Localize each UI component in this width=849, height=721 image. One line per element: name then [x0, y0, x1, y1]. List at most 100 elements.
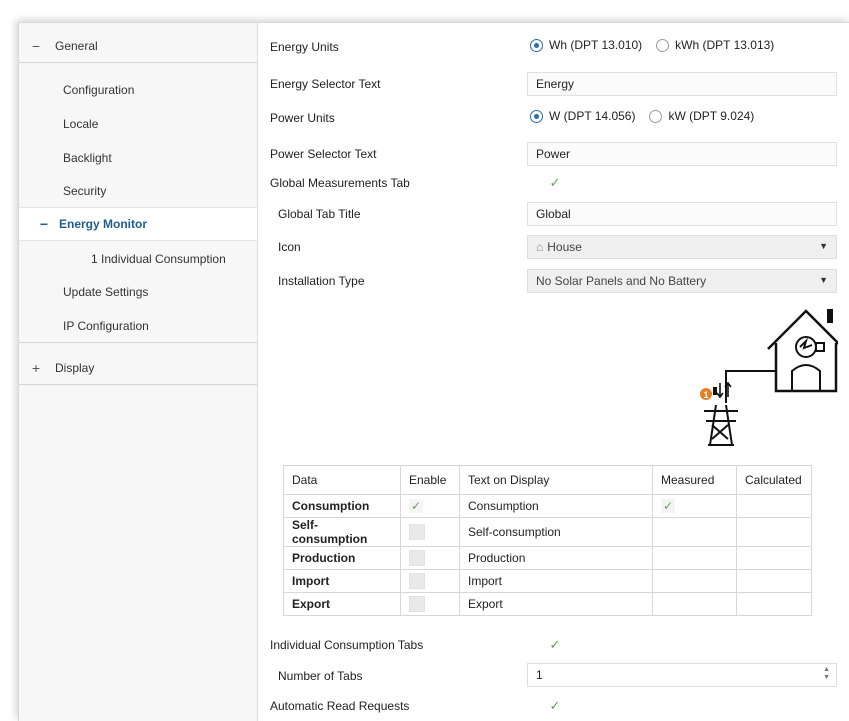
sidebar-item-label: IP Configuration — [63, 318, 149, 333]
radio-w-label[interactable]: W (DPT 14.056) — [549, 109, 635, 123]
energy-units-radio-group: Wh (DPT 13.010) kWh (DPT 13.013) — [530, 38, 782, 52]
column-header-enable: Enable — [400, 465, 460, 495]
measured-checkbox[interactable]: ✓ — [661, 499, 675, 514]
icon-dropdown-value: House — [547, 240, 582, 254]
enable-cell — [400, 546, 460, 570]
installation-type-value: No Solar Panels and No Battery — [536, 274, 707, 288]
app-window: − General Configuration Locale Backlight… — [18, 22, 849, 721]
individual-consumption-tabs-checkbox[interactable]: ✓ — [548, 638, 562, 652]
radio-w[interactable] — [530, 109, 543, 123]
global-tab-title-field[interactable]: Global — [527, 202, 837, 226]
text-on-display-field[interactable]: Consumption — [459, 494, 653, 518]
row-data-name: Production — [283, 546, 401, 570]
global-measurements-tab-checkbox[interactable]: ✓ — [548, 176, 562, 190]
measured-cell: ✓ — [652, 494, 737, 518]
energy-selector-text-label: Energy Selector Text — [270, 77, 381, 91]
sidebar-item-label: General — [55, 38, 98, 53]
enable-checkbox[interactable]: ✓ — [409, 499, 423, 514]
sidebar-item-configuration[interactable]: Configuration — [19, 73, 257, 107]
calculated-cell — [736, 517, 812, 547]
radio-kw-label[interactable]: kW (DPT 9.024) — [668, 109, 754, 123]
global-measurements-tab-label: Global Measurements Tab — [270, 176, 410, 190]
measured-cell — [652, 546, 737, 570]
radio-kwh[interactable] — [656, 38, 670, 52]
number-of-tabs-stepper[interactable]: 1 ▲ ▼ — [527, 663, 837, 687]
sidebar-item-backlight[interactable]: Backlight — [19, 141, 257, 175]
installation-type-dropdown[interactable]: No Solar Panels and No Battery ▼ — [527, 269, 837, 293]
radio-kwh-label[interactable]: kWh (DPT 13.013) — [675, 38, 774, 52]
enable-cell — [400, 569, 460, 593]
sidebar-item-individual-consumption[interactable]: 1 Individual Consumption — [19, 242, 257, 276]
measured-cell — [652, 569, 737, 593]
sidebar-item-label: 1 Individual Consumption — [91, 252, 226, 266]
individual-consumption-tabs-label: Individual Consumption Tabs — [270, 638, 424, 652]
meter-badge-number: 1 — [703, 390, 708, 400]
text-on-display-field[interactable]: Self-consumption — [459, 517, 653, 547]
house-icon: ⌂ — [536, 240, 544, 254]
power-pylon-icon — [704, 404, 738, 446]
chevron-down-icon: ▼ — [819, 275, 828, 285]
enable-checkbox[interactable] — [409, 596, 425, 612]
measured-cell — [652, 517, 737, 547]
radio-wh[interactable] — [530, 38, 543, 52]
energy-units-label: Energy Units — [270, 40, 339, 54]
installation-type-label: Installation Type — [278, 274, 365, 288]
installation-diagram: 1 — [668, 299, 845, 449]
sidebar-item-general[interactable]: − General — [19, 29, 257, 63]
column-header-data: Data — [283, 465, 401, 495]
global-tab-title-label: Global Tab Title — [278, 207, 361, 221]
table-row: Import Import — [283, 569, 812, 593]
sidebar-item-label: Backlight — [63, 151, 112, 165]
automatic-read-requests-checkbox[interactable]: ✓ — [548, 699, 562, 713]
energy-selector-text-field[interactable]: Energy — [527, 72, 837, 96]
collapse-icon[interactable]: − — [33, 216, 51, 232]
cable-line — [725, 370, 776, 403]
calculated-cell — [736, 569, 812, 593]
enable-checkbox[interactable] — [409, 550, 425, 566]
text-on-display-field[interactable]: Export — [459, 592, 653, 616]
sidebar-item-ip-configuration[interactable]: IP Configuration — [19, 309, 257, 343]
meter-arrows-icon — [713, 381, 732, 399]
text-on-display-field[interactable]: Production — [459, 546, 653, 570]
power-units-radio-group: W (DPT 14.056) kW (DPT 9.024) — [530, 109, 762, 123]
sidebar-item-locale[interactable]: Locale — [19, 107, 257, 141]
number-of-tabs-value: 1 — [536, 668, 543, 682]
column-header-text-on-display: Text on Display — [459, 465, 653, 495]
radio-kw[interactable] — [649, 109, 663, 123]
power-selector-text-field[interactable]: Power — [527, 142, 837, 166]
text-on-display-field[interactable]: Import — [459, 569, 653, 593]
enable-checkbox[interactable] — [409, 524, 425, 540]
column-header-calculated: Calculated — [736, 465, 812, 495]
sidebar-item-label: Configuration — [63, 83, 135, 97]
table-row: Production Production — [283, 546, 812, 570]
sidebar-item-display[interactable]: + Display — [19, 351, 257, 385]
calculated-cell — [736, 494, 812, 518]
sidebar-item-label: Display — [55, 360, 95, 375]
enable-cell — [400, 517, 460, 547]
expand-icon[interactable]: + — [19, 360, 49, 376]
power-selector-text-label: Power Selector Text — [270, 147, 377, 161]
icon-dropdown[interactable]: ⌂ House ▼ — [527, 235, 837, 259]
measurements-table: Data Enable Text on Display Measured Cal… — [283, 465, 812, 616]
sidebar-item-update-settings[interactable]: Update Settings — [19, 275, 257, 309]
row-data-name: Export — [283, 592, 401, 616]
sidebar-item-security[interactable]: Security — [19, 174, 257, 208]
radio-wh-label[interactable]: Wh (DPT 13.010) — [549, 38, 642, 52]
column-header-measured: Measured — [652, 465, 737, 495]
installation-diagram-svg: 1 — [700, 309, 845, 446]
enable-checkbox[interactable] — [409, 573, 425, 589]
number-of-tabs-label: Number of Tabs — [278, 669, 363, 683]
spinner-arrows-icon[interactable]: ▲ ▼ — [823, 666, 830, 682]
automatic-read-requests-label: Automatic Read Requests — [270, 699, 410, 713]
sidebar: − General Configuration Locale Backlight… — [19, 23, 258, 721]
calculated-cell — [736, 546, 812, 570]
row-data-name: Self-consumption — [283, 517, 401, 547]
sidebar-item-label: Locale — [63, 117, 99, 131]
sidebar-item-label: Energy Monitor — [59, 217, 148, 231]
house-icon — [767, 309, 845, 393]
enable-cell: ✓ — [400, 494, 460, 518]
row-data-name: Consumption — [283, 494, 401, 518]
collapse-icon[interactable]: − — [19, 38, 49, 54]
sidebar-item-energy-monitor[interactable]: − Energy Monitor — [19, 207, 257, 241]
chevron-down-icon: ▼ — [819, 241, 828, 251]
